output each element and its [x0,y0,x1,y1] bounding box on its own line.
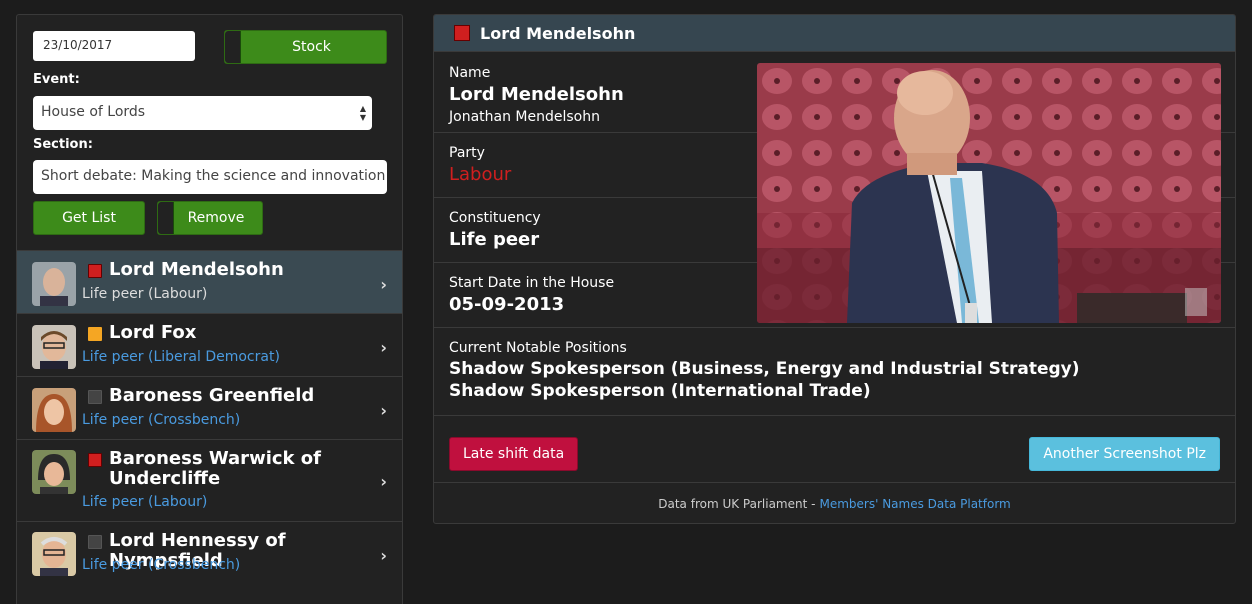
party-color-icon [88,327,102,341]
avatar [32,388,76,432]
member-name: Lord Fox [109,322,197,343]
list-item[interactable]: Lord Hennessy of Nympsfield Life peer (C… [17,521,402,603]
remove-toggle-button[interactable]: Remove [157,201,263,235]
member-list: Lord Mendelsohn Life peer (Labour) › Lor… [17,250,402,603]
footer-text: Data from UK Parliament - [658,496,816,511]
member-name: Lord Mendelsohn [109,259,284,280]
select-arrows-icon: ▲ ▼ [359,104,366,122]
chevron-right-icon: › [380,275,387,294]
positions-label: Current Notable Positions [449,340,627,356]
chevron-right-icon: › [380,338,387,357]
event-label: Event: [33,72,80,87]
stock-toggle-button[interactable]: Stock [224,30,387,64]
avatar [32,262,76,306]
footer-link[interactable]: Members' Names Data Platform [819,497,1010,511]
member-subtitle: Life peer (Labour) [82,286,208,302]
list-item[interactable]: Lord Fox Life peer (Liberal Democrat) › [17,313,402,376]
another-screenshot-label: Another Screenshot Plz [1043,446,1206,462]
list-item[interactable]: Baroness Warwick of Undercliffe Life pee… [17,439,402,521]
party-color-icon [88,264,102,278]
member-name: Baroness Greenfield [109,385,315,406]
position-item: Shadow Spokesperson (Business, Energy an… [449,359,1080,379]
party-color-icon [454,25,470,41]
avatar [32,450,76,494]
list-item[interactable]: Baroness Greenfield Life peer (Crossbenc… [17,376,402,439]
party-color-icon [88,390,102,404]
avatar [32,325,76,369]
member-name: Baroness Warwick of Undercliffe [109,448,321,489]
get-list-button[interactable]: Get List [33,201,145,235]
section-select-value: Short debate: Making the science and inn… [41,168,387,184]
chevron-right-icon: › [380,472,387,491]
another-screenshot-button[interactable]: Another Screenshot Plz [1029,437,1220,471]
event-select[interactable]: House of Lords ▲ ▼ [33,96,372,130]
member-subtitle: Life peer (Crossbench) [82,557,241,573]
remove-label: Remove [187,210,245,226]
section-select[interactable]: Short debate: Making the science and inn… [33,160,387,194]
get-list-label: Get List [62,210,116,226]
toggle-knob [225,31,241,63]
section-label: Section: [33,137,93,152]
party-color-icon [88,535,102,549]
stock-label: Stock [292,39,331,55]
detail-header: Lord Mendelsohn [434,15,1235,52]
left-panel: 23/10/2017 Stock Event: House of Lords ▲… [16,14,403,604]
date-input[interactable]: 23/10/2017 [33,31,195,61]
list-item[interactable]: Lord Mendelsohn Life peer (Labour) › [17,250,402,313]
member-photo [757,63,1221,323]
member-subtitle: Life peer (Labour) [82,494,208,510]
avatar [32,532,76,576]
party-color-icon [88,453,102,467]
position-item: Shadow Spokesperson (International Trade… [449,381,871,401]
late-shift-label: Late shift data [463,446,565,462]
detail-title: Lord Mendelsohn [480,23,636,43]
chevron-right-icon: › [380,546,387,565]
late-shift-button[interactable]: Late shift data [449,437,579,471]
event-select-value: House of Lords [41,104,146,120]
positions-row: Current Notable Positions Shadow Spokesp… [434,328,1235,416]
footer: Data from UK Parliament - Members' Names… [434,482,1235,523]
member-subtitle: Life peer (Liberal Democrat) [82,349,280,365]
toggle-knob [158,202,174,234]
member-subtitle: Life peer (Crossbench) [82,412,241,428]
chevron-right-icon: › [380,401,387,420]
member-detail-panel: Lord Mendelsohn Name Lord Mendelsohn Jon… [433,14,1236,524]
